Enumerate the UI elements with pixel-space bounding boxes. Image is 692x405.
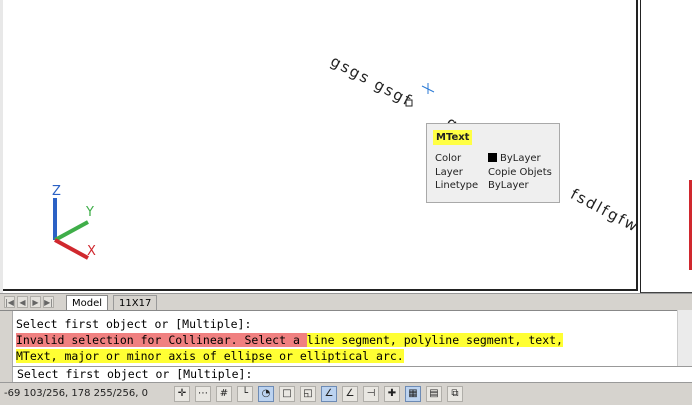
adjacent-viewport[interactable] xyxy=(640,0,692,293)
transparency-icon[interactable]: ▦ xyxy=(405,386,421,402)
tooltip-value-layer: Copie Objets xyxy=(488,167,552,178)
error-message-tail: MText, major or minor axis of ellipse or… xyxy=(16,349,404,363)
snap-mode-icon[interactable]: ⋯ xyxy=(195,386,211,402)
command-history-line-3: MText, major or minor axis of ellipse or… xyxy=(16,349,404,364)
ucs-icon: Z Y X xyxy=(52,184,96,260)
object-snap-tracking-icon[interactable]: ∠ xyxy=(321,386,337,402)
dynamic-ucs-icon[interactable]: ∠ xyxy=(342,386,358,402)
command-history-line-2: Invalid selection for Collinear. Select … xyxy=(16,333,563,348)
coordinate-readout[interactable]: -69 103/256, 178 255/256, 0 xyxy=(4,388,148,399)
3d-object-snap-icon[interactable]: ◱ xyxy=(300,386,316,402)
command-scrollbar[interactable] xyxy=(677,310,692,366)
last-tab-button[interactable]: ▶| xyxy=(43,296,54,308)
ucs-z-label: Z xyxy=(52,184,61,199)
infer-constraints-icon[interactable]: ✛ xyxy=(174,386,190,402)
tooltip-label-color: Color xyxy=(435,153,462,164)
next-tab-button[interactable]: ▶ xyxy=(30,296,41,308)
command-input[interactable]: Select first object or [Multiple]: xyxy=(12,366,692,382)
tooltip-value-linetype: ByLayer xyxy=(488,180,529,191)
lineweight-icon[interactable]: ✚ xyxy=(384,386,400,402)
first-tab-button[interactable]: |◀ xyxy=(4,296,15,308)
error-message: Invalid selection for Collinear. Select … xyxy=(16,333,307,347)
dynamic-input-icon[interactable]: ⊣ xyxy=(363,386,379,402)
command-prompt: Select first object or [Multiple]: xyxy=(17,367,253,381)
ortho-mode-icon[interactable]: └ xyxy=(237,386,253,402)
error-message-continued: line segment, polyline segment, text, xyxy=(306,333,563,347)
drawing-viewport[interactable]: gsgs gsgf gs fsdlfgfw Z Y X MText Color … xyxy=(0,0,692,293)
grid-display-icon[interactable]: # xyxy=(216,386,232,402)
tooltip-value-color: ByLayer xyxy=(488,153,541,164)
quick-properties-icon[interactable]: ▤ xyxy=(426,386,442,402)
tab-layout-11x17[interactable]: 11X17 xyxy=(113,295,158,310)
tooltip-value-color-text: ByLayer xyxy=(500,153,541,164)
status-bar: -69 103/256, 178 255/256, 0 ✛ ⋯ # └ ◔ □ … xyxy=(0,382,692,405)
ucs-x-label: X xyxy=(87,244,96,259)
tooltip-label-layer: Layer xyxy=(435,167,463,178)
tab-model[interactable]: Model xyxy=(66,295,109,310)
tooltip-title: MText xyxy=(433,130,473,145)
rollover-tooltip: MText Color ByLayer Layer Copie Objets L… xyxy=(426,123,560,203)
crosshair-cursor-icon xyxy=(405,83,435,107)
tooltip-label-linetype: Linetype xyxy=(435,180,479,191)
command-history-line-1: Select first object or [Multiple]: xyxy=(16,317,252,331)
layout-tabs-bar: |◀ ◀ ▶ ▶| Model 11X17 xyxy=(0,293,692,310)
selection-cycling-icon[interactable]: ⧉ xyxy=(447,386,463,402)
object-snap-icon[interactable]: □ xyxy=(279,386,295,402)
prev-tab-button[interactable]: ◀ xyxy=(17,296,28,308)
color-swatch-icon xyxy=(488,153,497,162)
ucs-y-label: Y xyxy=(85,205,94,220)
polar-tracking-icon[interactable]: ◔ xyxy=(258,386,274,402)
